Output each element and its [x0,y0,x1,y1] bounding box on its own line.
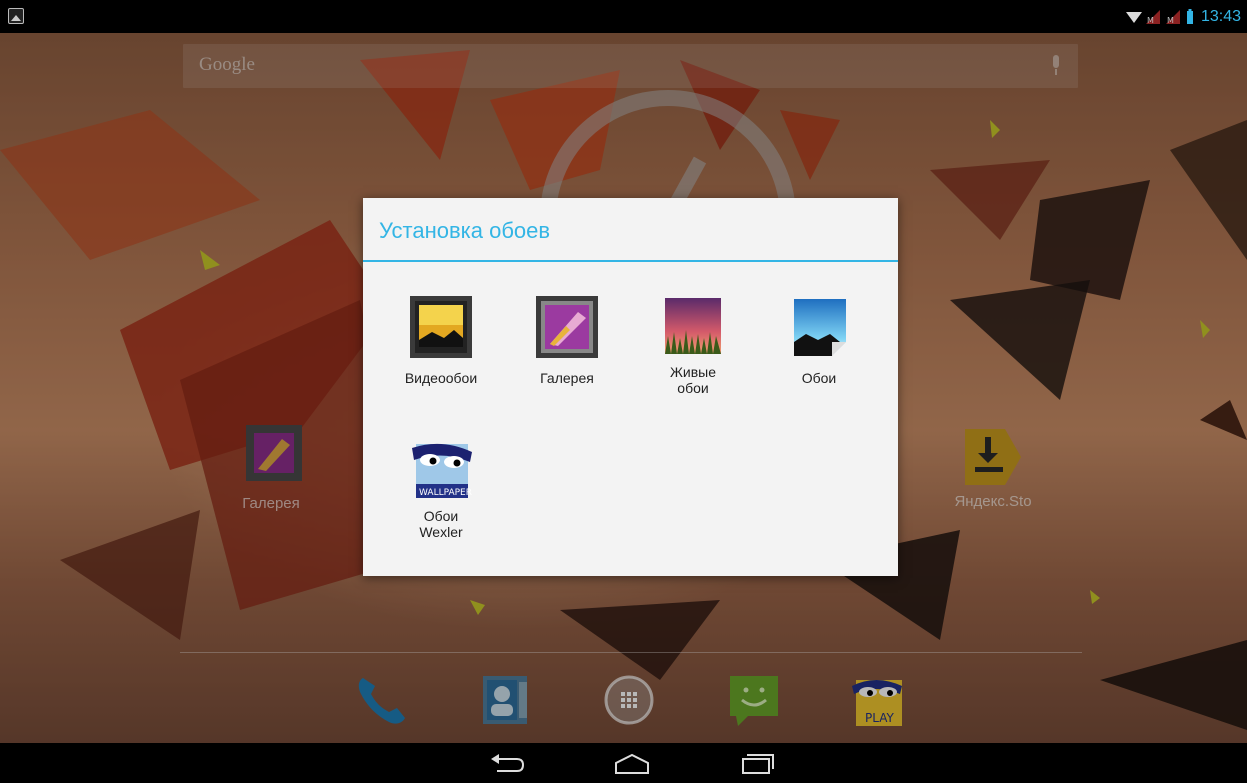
option-label: Галерея [540,370,594,386]
option-video-wallpaper[interactable]: Видеообои [381,296,501,386]
navigation-bar [0,743,1247,783]
screen: M M 13:43 Google Галерея Яндекс.Sto PLAY… [0,0,1247,783]
dialog-title: Установка обоев [379,218,551,243]
video-wallpaper-icon [410,296,472,358]
gallery-icon [536,296,598,358]
status-icons: M M 13:43 [1125,7,1241,27]
option-gallery[interactable]: Галерея [507,296,627,386]
clock-time: 13:43 [1200,8,1241,25]
option-wexler-wallpaper[interactable]: WALLPAPER Обои Wexler [381,438,501,540]
home-button[interactable] [612,749,652,777]
option-wallpaper[interactable]: Обои [759,296,879,386]
battery-icon [1186,9,1193,24]
option-label: Обои Wexler [419,508,463,540]
svg-text:M: M [1167,16,1174,24]
set-wallpaper-dialog: Установка обоев Видеообои Галерея Живые … [363,198,898,576]
signal-sim2-icon: M [1165,10,1180,24]
option-label: Живые обои [669,364,717,396]
dialog-title-divider [363,260,898,262]
back-button[interactable] [487,749,527,777]
svg-text:M: M [1147,16,1154,24]
signal-sim1-icon: M [1145,10,1160,24]
wallpaper-badge: WALLPAPER [419,488,472,498]
live-wallpaper-icon [665,298,721,354]
recents-button[interactable] [737,749,777,777]
wexler-wallpaper-icon: WALLPAPER [412,443,472,498]
wallpaper-icon [794,299,846,356]
option-label: Видеообои [404,370,478,386]
status-bar: M M 13:43 [0,0,1247,33]
screenshot-notification-icon [8,8,24,24]
option-live-wallpaper[interactable]: Живые обои [633,296,753,396]
option-label: Обои [801,370,837,386]
wifi-icon [1125,12,1142,23]
